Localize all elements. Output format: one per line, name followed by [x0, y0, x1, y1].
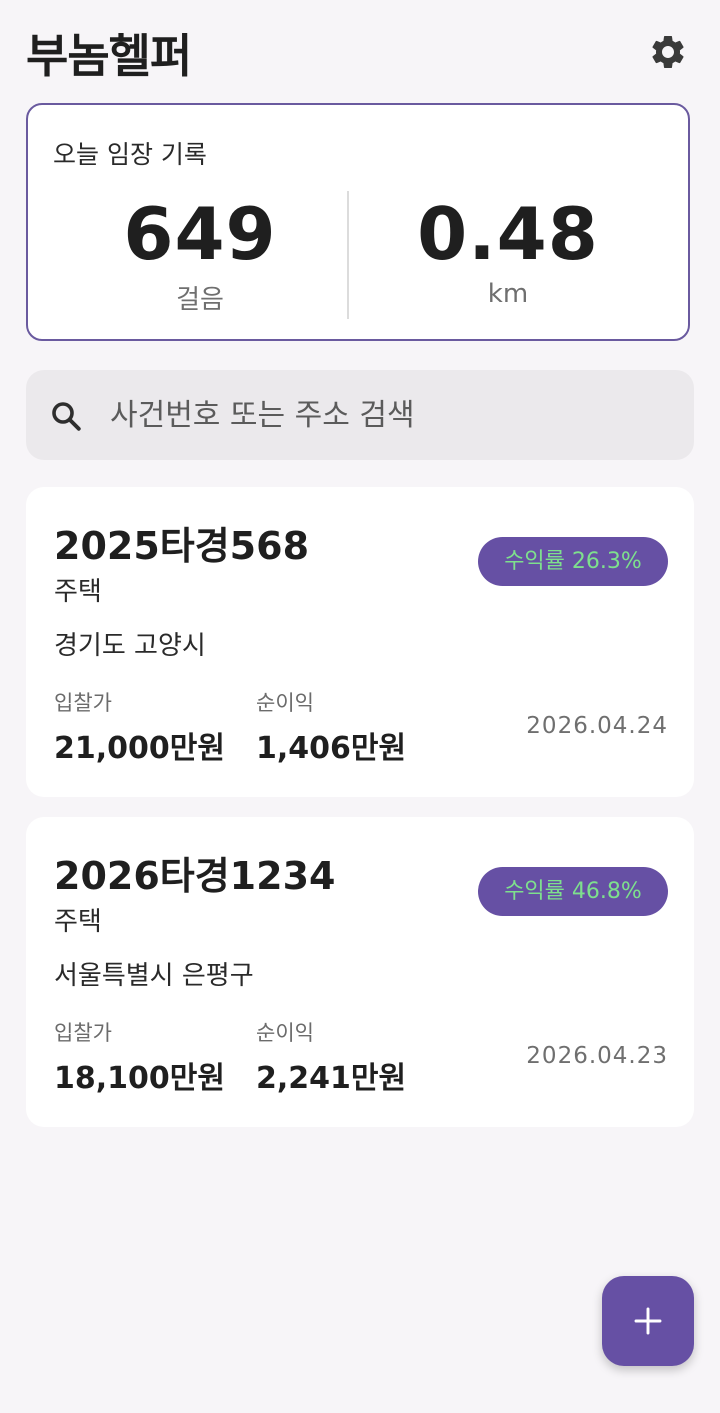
case-number: 2025타경568: [54, 524, 310, 568]
record-title: 오늘 임장 기록: [53, 140, 207, 169]
profit-label: 순이익: [256, 691, 314, 715]
bid-label: 입찰가: [54, 1021, 112, 1045]
roi-badge: 수익률 46.8%: [478, 867, 668, 916]
profit-value: 2,241만원: [256, 1061, 407, 1096]
search-bar[interactable]: [26, 370, 694, 460]
case-address: 서울특별시 은평구: [54, 961, 254, 991]
steps-stat: 649 걸음: [40, 191, 360, 316]
today-record-card: 오늘 임장 기록 649 걸음 0.48 km: [26, 103, 690, 341]
case-number: 2026타경1234: [54, 854, 336, 898]
property-type: 주택: [54, 907, 102, 937]
search-input[interactable]: [110, 392, 670, 438]
settings-button[interactable]: [648, 32, 688, 72]
plus-icon: [634, 1307, 662, 1335]
distance-unit: km: [487, 279, 529, 309]
case-card[interactable]: 2026타경1234 주택 서울특별시 은평구 수익률 46.8% 입찰가 18…: [26, 817, 694, 1127]
case-date: 2026.04.23: [526, 1043, 668, 1069]
profit-label: 순이익: [256, 1021, 314, 1045]
gear-icon: [652, 35, 684, 68]
bid-value: 21,000만원: [54, 731, 225, 766]
steps-value: 649: [123, 192, 277, 276]
case-date: 2026.04.24: [526, 713, 668, 739]
case-card[interactable]: 2025타경568 주택 경기도 고양시 수익률 26.3% 입찰가 21,00…: [26, 487, 694, 797]
profit-value: 1,406만원: [256, 731, 407, 766]
app-screen: 부놈헬퍼 오늘 임장 기록 649 걸음 0.48 km 2025타경568 주…: [0, 0, 720, 1413]
case-address: 경기도 고양시: [54, 631, 206, 661]
add-case-button[interactable]: [602, 1276, 694, 1366]
bid-label: 입찰가: [54, 691, 112, 715]
property-type: 주택: [54, 577, 102, 607]
roi-badge: 수익률 26.3%: [478, 537, 668, 586]
distance-value: 0.48: [417, 192, 599, 276]
search-icon: [48, 398, 84, 434]
bid-value: 18,100만원: [54, 1061, 225, 1096]
app-title: 부놈헬퍼: [26, 29, 192, 83]
distance-stat: 0.48 km: [348, 191, 668, 309]
steps-unit: 걸음: [176, 285, 224, 315]
